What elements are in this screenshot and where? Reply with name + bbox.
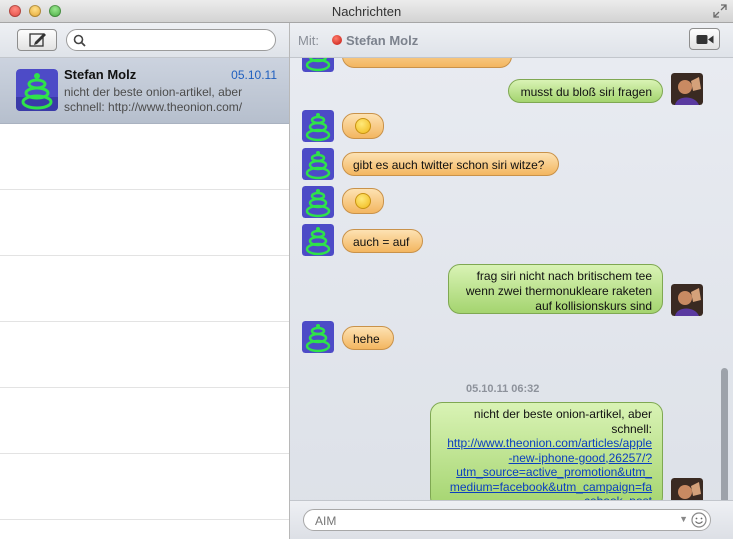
search-input[interactable]: [89, 31, 273, 51]
to-label: Mit:: [298, 33, 319, 48]
smiley-emoji-icon: [355, 118, 371, 134]
message-bubble: frag siri nicht nach britischem tee wenn…: [448, 264, 663, 314]
chevron-down-icon[interactable]: ▼: [679, 514, 688, 524]
recipient-name[interactable]: Stefan Molz: [346, 33, 418, 48]
compose-bar: ▼: [290, 500, 733, 539]
search-icon: [73, 34, 86, 47]
conversation-item-stefan-molz[interactable]: Stefan Molz 05.10.11 nicht der beste oni…: [0, 58, 289, 124]
avatar: [302, 186, 334, 218]
message-input[interactable]: [313, 512, 677, 530]
message-line: schnell:: [611, 421, 652, 436]
transcript-scrollbar[interactable]: [721, 368, 728, 518]
timestamp: 05.10.11 06:32: [466, 383, 540, 395]
compose-icon: [29, 33, 46, 47]
fullscreen-icon[interactable]: [713, 4, 727, 18]
avatar: [302, 58, 334, 72]
avatar: [302, 321, 334, 353]
empty-list-row: [0, 124, 289, 190]
message-bubble: musst du bloß siri fragen: [508, 79, 663, 103]
message-bubble: gibt es auch twitter schon siri witze?: [342, 152, 559, 176]
compose-button[interactable]: [17, 29, 57, 51]
empty-list-row: [0, 388, 289, 454]
conversation-preview: nicht der beste onion-artikel, aber schn…: [64, 85, 243, 114]
message-bubble: [342, 58, 512, 68]
message-bubble: [342, 188, 384, 214]
avatar: [671, 284, 703, 316]
messages-window: Nachrichten Stefan Molz 05.10.11 nicht d…: [0, 0, 733, 539]
smiley-emoji-icon: [355, 193, 371, 209]
avatar: [16, 69, 58, 111]
empty-list-row: [0, 256, 289, 322]
message-line: auf kollisionskurs sind: [535, 299, 652, 313]
chat-pane: Mit: Stefan Molz musst du bloß siri frag…: [290, 23, 733, 539]
sidebar-toolbar: [0, 23, 289, 58]
message-line: nicht der beste onion-artikel, aber: [473, 407, 652, 421]
message-link[interactable]: http://www.theonion.com/articles/apple: [447, 436, 652, 450]
message-line: wenn zwei thermonukleare raketen: [465, 284, 652, 298]
message-bubble: nicht der beste onion-artikel, aber schn…: [430, 402, 663, 509]
status-indicator: [332, 35, 342, 45]
conversation-date: 05.10.11: [231, 68, 277, 82]
message-link[interactable]: -new-iphone-good,26257/?: [509, 451, 652, 465]
message-transcript[interactable]: musst du bloß siri fragen gibt es auch t…: [290, 58, 733, 518]
emoji-icon[interactable]: [690, 511, 708, 529]
conversation-list: Stefan Molz 05.10.11 nicht der beste oni…: [0, 58, 289, 539]
video-chat-button[interactable]: [689, 28, 720, 50]
message-line: frag siri nicht nach britischem tee: [476, 269, 652, 283]
conversation-name: Stefan Molz: [64, 67, 137, 82]
empty-list-row: [0, 454, 289, 520]
message-link[interactable]: utm_source=active_promotion&utm_: [456, 465, 652, 479]
avatar: [671, 73, 703, 105]
video-camera-icon: [696, 35, 714, 44]
avatar: [302, 110, 334, 142]
chat-header: Mit: Stefan Molz: [290, 23, 733, 58]
search-field[interactable]: [66, 29, 276, 51]
message-bubble: [342, 113, 384, 139]
avatar: [302, 148, 334, 180]
message-field[interactable]: ▼: [303, 509, 711, 531]
empty-list-row: [0, 322, 289, 388]
empty-list-row: [0, 190, 289, 256]
message-link[interactable]: medium=facebook&utm_campaign=fa: [450, 480, 652, 494]
title-bar: Nachrichten: [0, 0, 733, 23]
avatar: [302, 224, 334, 256]
window-title: Nachrichten: [331, 4, 402, 19]
message-bubble: auch = auf: [342, 229, 423, 253]
message-bubble: hehe: [342, 326, 394, 350]
conversation-sidebar: Stefan Molz 05.10.11 nicht der beste oni…: [0, 23, 290, 539]
